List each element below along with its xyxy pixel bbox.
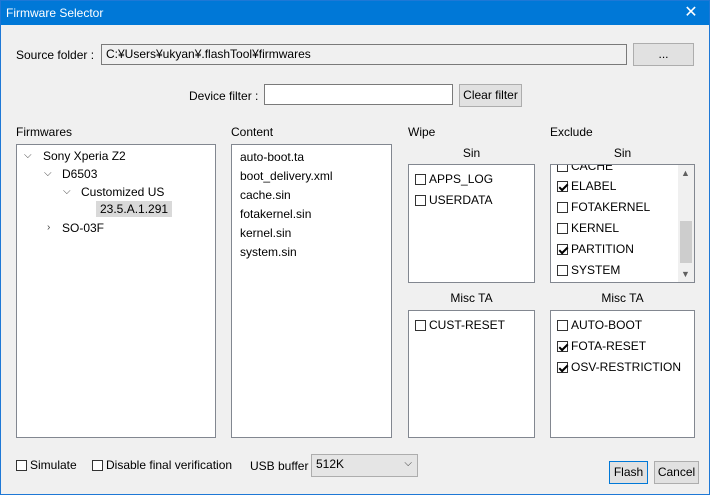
firmware-selector-window: Firmware Selector ✕ Source folder : C:¥U… <box>0 0 710 495</box>
checkbox-osv-restriction[interactable]: OSV-RESTRICTION <box>557 360 681 376</box>
wipe-ta-heading: Misc TA <box>450 291 493 305</box>
wipe-sin-heading: Sin <box>462 146 481 160</box>
chevron-down-icon[interactable]: ⌵ <box>63 186 71 197</box>
list-item[interactable]: boot_delivery.xml <box>240 169 332 183</box>
usb-buffer-select[interactable]: 512K ⌵ <box>311 454 418 477</box>
checkbox-box[interactable] <box>16 460 27 471</box>
chevron-down-icon[interactable]: ⌵ <box>404 458 412 469</box>
checkbox-userdata[interactable]: USERDATA <box>415 193 493 209</box>
checkbox-auto-boot[interactable]: AUTO-BOOT <box>557 318 642 334</box>
window-title: Firmware Selector <box>6 6 104 20</box>
content-list: auto-boot.ta boot_delivery.xml cache.sin… <box>231 144 392 438</box>
wipe-heading: Wipe <box>408 125 436 139</box>
content-heading: Content <box>231 125 274 139</box>
simulate-checkbox[interactable]: Simulate <box>16 458 77 474</box>
device-filter-label: Device filter : <box>189 89 259 103</box>
checkbox-system[interactable]: SYSTEM <box>557 263 620 279</box>
checkbox-box[interactable] <box>557 320 568 331</box>
scrollbar-thumb[interactable] <box>680 221 692 263</box>
close-icon[interactable]: ✕ <box>681 3 701 23</box>
list-item[interactable]: cache.sin <box>240 188 291 202</box>
list-item[interactable]: auto-boot.ta <box>240 150 304 164</box>
scroll-down-icon[interactable]: ▼ <box>681 269 690 279</box>
checkbox-cache[interactable]: CACHE <box>557 165 613 175</box>
checkbox-box[interactable] <box>415 320 426 331</box>
checkbox-box[interactable] <box>557 202 568 213</box>
checkbox-apps-log[interactable]: APPS_LOG <box>415 172 493 188</box>
scroll-up-icon[interactable]: ▲ <box>681 168 690 178</box>
list-item[interactable]: fotakernel.sin <box>240 207 311 221</box>
checkbox-box[interactable] <box>557 165 568 172</box>
browse-button[interactable]: ... <box>633 43 694 66</box>
exclude-sin-list: CACHE ELABEL FOTAKERNEL KERNEL PARTITION… <box>550 164 695 283</box>
list-item[interactable]: kernel.sin <box>240 226 291 240</box>
checkbox-checked[interactable] <box>557 181 568 192</box>
source-folder-field[interactable]: C:¥Users¥ukyan¥.flashTool¥firmwares <box>101 44 627 65</box>
usb-buffer-label: USB buffer <box>250 459 309 473</box>
checkbox-checked[interactable] <box>557 341 568 352</box>
checkbox-checked[interactable] <box>557 362 568 373</box>
cancel-button[interactable]: Cancel <box>654 461 699 484</box>
chevron-down-icon[interactable]: ⌵ <box>24 150 32 161</box>
flash-button[interactable]: Flash <box>609 461 648 484</box>
chevron-down-icon[interactable]: ⌵ <box>44 168 52 179</box>
checkbox-checked[interactable] <box>557 244 568 255</box>
source-folder-label: Source folder : <box>16 48 95 62</box>
tree-node-model[interactable]: SO-03F <box>62 221 104 235</box>
exclude-ta-list: AUTO-BOOT FOTA-RESET OSV-RESTRICTION <box>550 310 695 438</box>
checkbox-fota-reset[interactable]: FOTA-RESET <box>557 339 646 355</box>
checkbox-box[interactable] <box>557 223 568 234</box>
checkbox-box[interactable] <box>557 265 568 276</box>
scrollbar[interactable]: ▲ ▼ <box>678 165 694 282</box>
tree-node-variant[interactable]: Customized US <box>81 185 164 199</box>
checkbox-partition[interactable]: PARTITION <box>557 242 634 258</box>
list-item[interactable]: system.sin <box>240 245 297 259</box>
checkbox-box[interactable] <box>415 174 426 185</box>
tree-node-version-selected[interactable]: 23.5.A.1.291 <box>96 201 173 217</box>
wipe-ta-list: CUST-RESET <box>408 310 535 438</box>
checkbox-fotakernel[interactable]: FOTAKERNEL <box>557 200 650 216</box>
checkbox-box[interactable] <box>92 460 103 471</box>
chevron-right-icon[interactable]: › <box>47 222 50 233</box>
exclude-sin-heading: Sin <box>613 146 632 160</box>
wipe-sin-list: APPS_LOG USERDATA <box>408 164 535 283</box>
checkbox-box[interactable] <box>415 195 426 206</box>
title-bar: Firmware Selector ✕ <box>1 1 709 25</box>
exclude-ta-heading: Misc TA <box>601 291 644 305</box>
tree-node-model[interactable]: D6503 <box>62 167 97 181</box>
tree-node-device[interactable]: Sony Xperia Z2 <box>43 149 126 163</box>
exclude-heading: Exclude <box>550 125 593 139</box>
checkbox-cust-reset[interactable]: CUST-RESET <box>415 318 505 334</box>
disable-verification-checkbox[interactable]: Disable final verification <box>92 458 232 474</box>
firmwares-heading: Firmwares <box>16 125 72 139</box>
checkbox-kernel[interactable]: KERNEL <box>557 221 619 237</box>
device-filter-input[interactable] <box>264 84 453 105</box>
checkbox-elabel[interactable]: ELABEL <box>557 179 616 195</box>
clear-filter-button[interactable]: Clear filter <box>459 84 522 107</box>
firmwares-tree: ⌵ Sony Xperia Z2 ⌵ D6503 ⌵ Customized US… <box>16 144 216 438</box>
